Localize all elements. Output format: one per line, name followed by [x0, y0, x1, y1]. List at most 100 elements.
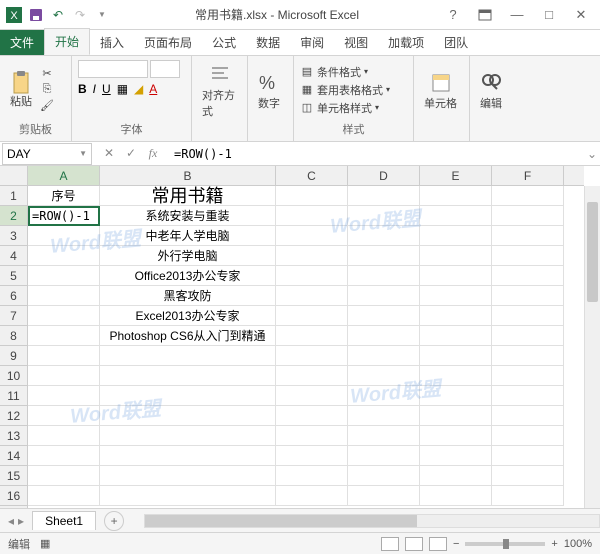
row-header[interactable]: 6: [0, 286, 27, 306]
cell[interactable]: [276, 226, 348, 246]
maximize-button[interactable]: □: [534, 5, 564, 25]
cell[interactable]: [100, 486, 276, 506]
cell[interactable]: [492, 266, 564, 286]
cell[interactable]: [348, 226, 420, 246]
save-icon[interactable]: [28, 7, 44, 23]
cell-styles-button[interactable]: ◫单元格样式▾: [300, 100, 390, 116]
row-header[interactable]: 8: [0, 326, 27, 346]
cell[interactable]: [348, 406, 420, 426]
tab-view[interactable]: 视图: [334, 30, 378, 55]
formula-cancel-button[interactable]: ✕: [100, 146, 118, 161]
row-header[interactable]: 1: [0, 186, 27, 206]
row-header[interactable]: 4: [0, 246, 27, 266]
row-header[interactable]: 13: [0, 426, 27, 446]
cell[interactable]: [492, 486, 564, 506]
cell[interactable]: [492, 366, 564, 386]
view-layout-button[interactable]: [405, 537, 423, 551]
cut-icon[interactable]: ✂: [40, 67, 54, 81]
cell[interactable]: [276, 266, 348, 286]
sheet-tab-active[interactable]: Sheet1: [32, 511, 96, 530]
cell[interactable]: [420, 206, 492, 226]
cell[interactable]: [420, 186, 492, 206]
zoom-slider-thumb[interactable]: [503, 539, 509, 549]
cell[interactable]: [492, 386, 564, 406]
cell[interactable]: [28, 246, 100, 266]
format-painter-icon[interactable]: 🖌: [40, 99, 54, 113]
cell[interactable]: [276, 286, 348, 306]
row-header[interactable]: 2: [0, 206, 27, 226]
cell[interactable]: 外行学电脑: [100, 246, 276, 266]
cell[interactable]: =ROW()-1: [28, 206, 100, 226]
cell[interactable]: [348, 306, 420, 326]
zoom-in-button[interactable]: +: [551, 538, 557, 550]
underline-button[interactable]: U: [102, 82, 111, 96]
cell[interactable]: [492, 326, 564, 346]
cell[interactable]: [492, 466, 564, 486]
cell[interactable]: [492, 286, 564, 306]
cell[interactable]: [348, 346, 420, 366]
cell[interactable]: [276, 366, 348, 386]
italic-button[interactable]: I: [93, 82, 96, 96]
cell[interactable]: [348, 206, 420, 226]
cell[interactable]: [276, 326, 348, 346]
cell[interactable]: [28, 446, 100, 466]
help-button[interactable]: ?: [438, 5, 468, 25]
cell[interactable]: [492, 186, 564, 206]
horizontal-scrollbar[interactable]: [144, 514, 600, 528]
cell[interactable]: [492, 306, 564, 326]
cell[interactable]: [276, 246, 348, 266]
formula-enter-button[interactable]: ✓: [122, 146, 140, 161]
cell[interactable]: [420, 286, 492, 306]
cell[interactable]: [28, 226, 100, 246]
close-button[interactable]: ✕: [566, 5, 596, 25]
name-box-dropdown-icon[interactable]: ▼: [79, 149, 87, 158]
number-button[interactable]: %数字: [254, 71, 284, 113]
cell[interactable]: 系统安装与重装: [100, 206, 276, 226]
ribbon-options-button[interactable]: [470, 5, 500, 25]
cell[interactable]: [348, 246, 420, 266]
view-pagebreak-button[interactable]: [429, 537, 447, 551]
font-name-select[interactable]: [78, 60, 148, 78]
row-header[interactable]: 16: [0, 486, 27, 506]
cell[interactable]: [420, 266, 492, 286]
tab-page-layout[interactable]: 页面布局: [134, 30, 202, 55]
sheet-nav-prev-icon[interactable]: ◂: [8, 514, 14, 528]
cell[interactable]: [492, 346, 564, 366]
paste-button[interactable]: 粘贴: [6, 69, 36, 111]
copy-icon[interactable]: ⎘: [40, 83, 54, 97]
cell[interactable]: [420, 326, 492, 346]
cell[interactable]: [28, 366, 100, 386]
cell[interactable]: [420, 346, 492, 366]
row-header[interactable]: 3: [0, 226, 27, 246]
column-header[interactable]: F: [492, 166, 564, 185]
cells-button[interactable]: 单元格: [420, 71, 461, 113]
formula-bar-expand-icon[interactable]: ⌄: [584, 147, 600, 161]
cell[interactable]: [420, 366, 492, 386]
cell[interactable]: [276, 306, 348, 326]
insert-function-button[interactable]: fx: [144, 146, 162, 161]
cell[interactable]: [348, 446, 420, 466]
font-size-select[interactable]: [150, 60, 180, 78]
row-header[interactable]: 7: [0, 306, 27, 326]
row-header[interactable]: 12: [0, 406, 27, 426]
cell[interactable]: Office2013办公专家: [100, 266, 276, 286]
cell[interactable]: [420, 246, 492, 266]
cell[interactable]: [28, 406, 100, 426]
tab-home[interactable]: 开始: [44, 28, 90, 55]
cell[interactable]: [276, 486, 348, 506]
row-header[interactable]: 10: [0, 366, 27, 386]
cell[interactable]: 中老年人学电脑: [100, 226, 276, 246]
bold-button[interactable]: B: [78, 82, 87, 96]
cell[interactable]: [348, 486, 420, 506]
cell[interactable]: [348, 386, 420, 406]
cell[interactable]: [420, 446, 492, 466]
formula-input[interactable]: =ROW()-1: [168, 147, 584, 161]
cell[interactable]: [420, 486, 492, 506]
cell[interactable]: [276, 186, 348, 206]
cell[interactable]: Excel2013办公专家: [100, 306, 276, 326]
cell[interactable]: [420, 386, 492, 406]
cell-grid[interactable]: 序号常用书籍=ROW()-1系统安装与重装中老年人学电脑外行学电脑Office2…: [28, 186, 584, 508]
cell[interactable]: [420, 406, 492, 426]
hscroll-thumb[interactable]: [145, 515, 417, 527]
cell[interactable]: [28, 486, 100, 506]
